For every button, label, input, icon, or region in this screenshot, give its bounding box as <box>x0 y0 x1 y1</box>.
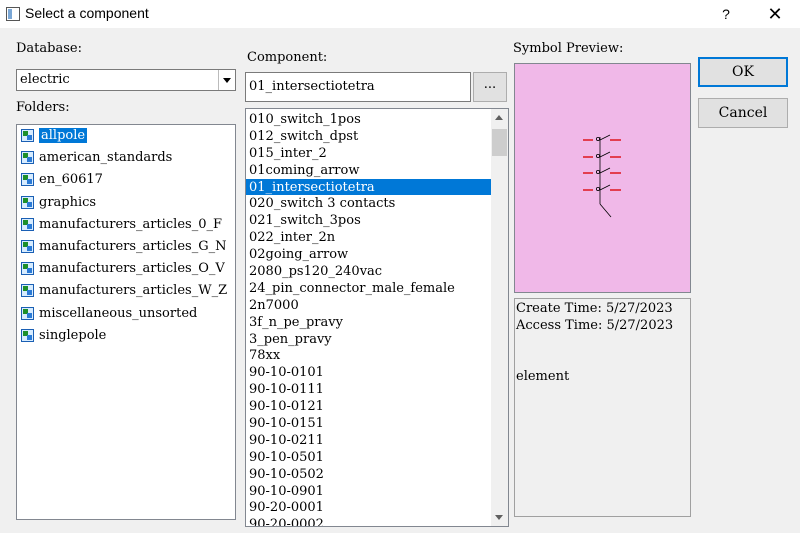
folder-icon <box>21 262 34 276</box>
component-item[interactable]: 90-10-0901 <box>246 483 492 500</box>
component-type: element <box>516 369 570 384</box>
folder-icon <box>21 217 34 231</box>
window-title: Select a component <box>25 5 149 21</box>
folders-label: Folders: <box>16 100 70 115</box>
component-item[interactable]: 015_inter_2 <box>246 145 492 162</box>
folder-icon <box>21 306 34 320</box>
folder-label: graphics <box>39 194 97 210</box>
folder-label: miscellaneous_unsorted <box>39 305 198 321</box>
folder-icon <box>21 328 34 342</box>
folder-item[interactable]: manufacturers_articles_W_Z <box>17 280 235 302</box>
folder-label: en_60617 <box>39 172 103 188</box>
folder-label: manufacturers_articles_O_V <box>39 261 225 277</box>
component-item[interactable]: 24_pin_connector_male_female <box>246 280 492 297</box>
folder-icon <box>21 151 34 165</box>
ok-button[interactable]: OK <box>698 57 788 87</box>
window-icon <box>6 7 20 21</box>
folder-item[interactable]: manufacturers_articles_G_N <box>17 236 235 258</box>
folder-icon <box>21 173 34 187</box>
component-item[interactable]: 3_pen_pravy <box>246 331 492 348</box>
component-input-value: 01_intersectiotetra <box>249 79 375 94</box>
component-item[interactable]: 90-10-0101 <box>246 364 492 381</box>
folder-item[interactable]: american_standards <box>17 147 235 169</box>
folder-item[interactable]: miscellaneous_unsorted <box>17 303 235 325</box>
component-input[interactable]: 01_intersectiotetra <box>245 72 471 102</box>
folder-item[interactable]: manufacturers_articles_0_F <box>17 214 235 236</box>
component-info: Create Time: 5/27/2023 Access Time: 5/27… <box>514 298 691 517</box>
folder-icon <box>21 129 34 142</box>
component-item[interactable]: 2080_ps120_240vac <box>246 263 492 280</box>
component-item[interactable]: 3f_n_pe_pravy <box>246 314 492 331</box>
component-item[interactable]: 90-10-0151 <box>246 415 492 432</box>
component-item[interactable]: 020_switch 3 contacts <box>246 195 492 212</box>
folder-label: manufacturers_articles_G_N <box>39 238 227 254</box>
component-item[interactable]: 01_intersectiotetra <box>246 178 492 196</box>
component-item[interactable]: 78xx <box>246 347 492 364</box>
component-item[interactable]: 90-10-0211 <box>246 432 492 449</box>
database-value: electric <box>20 72 70 87</box>
list-scrollbar[interactable] <box>491 109 508 526</box>
component-item[interactable]: 012_switch_dpst <box>246 128 492 145</box>
browse-button[interactable]: ... <box>473 72 507 102</box>
folder-label: singlepole <box>39 327 107 343</box>
folder-item[interactable]: singlepole <box>17 325 235 347</box>
cancel-button[interactable]: Cancel <box>698 98 788 128</box>
folder-icon <box>21 195 34 209</box>
component-item[interactable]: 02going_arrow <box>246 246 492 263</box>
folder-label: allpole <box>39 128 88 143</box>
scroll-up-icon[interactable] <box>491 109 508 126</box>
database-label: Database: <box>16 41 82 56</box>
component-item[interactable]: 2n7000 <box>246 297 492 314</box>
symbol-preview <box>514 63 691 293</box>
folder-item[interactable]: manufacturers_articles_O_V <box>17 258 235 280</box>
component-list[interactable]: 010_switch_1pos 012_switch_dpst 015_inter_… <box>245 108 509 527</box>
database-select[interactable]: electric <box>16 69 236 91</box>
folder-label: american_standards <box>39 150 173 166</box>
access-time: Access Time: 5/27/2023 <box>516 318 674 333</box>
chevron-down-icon[interactable] <box>218 70 235 90</box>
preview-label: Symbol Preview: <box>513 41 624 56</box>
close-icon[interactable]: ✕ <box>752 0 798 28</box>
folders-list[interactable]: allpole american_standards en_60617graphic… <box>16 124 236 520</box>
component-item[interactable]: 90-10-0501 <box>246 449 492 466</box>
component-item[interactable]: 90-10-0121 <box>246 398 492 415</box>
component-item[interactable]: 01coming_arrow <box>246 162 492 179</box>
component-item[interactable]: 021_switch_3pos <box>246 212 492 229</box>
create-time: Create Time: 5/27/2023 <box>516 301 673 316</box>
folder-item[interactable]: en_60617 <box>17 169 235 191</box>
component-item[interactable]: 010_switch_1pos <box>246 111 492 128</box>
switch-symbol-icon <box>583 134 621 218</box>
component-item[interactable]: 90-20-0002 <box>246 516 492 526</box>
scroll-thumb[interactable] <box>492 129 507 156</box>
help-icon[interactable]: ? <box>712 2 740 26</box>
component-item[interactable]: 90-20-0001 <box>246 499 492 516</box>
component-item[interactable]: 022_inter_2n <box>246 229 492 246</box>
folder-label: manufacturers_articles_0_F <box>39 216 222 232</box>
folder-item[interactable]: graphics <box>17 192 235 214</box>
scroll-down-icon[interactable] <box>491 509 508 526</box>
component-label: Component: <box>247 50 328 65</box>
component-item[interactable]: 90-10-0111 <box>246 381 492 398</box>
folder-item[interactable]: allpole <box>17 125 235 147</box>
folder-icon <box>21 239 34 253</box>
title-bar: Select a component ? ✕ <box>0 0 800 28</box>
component-item[interactable]: 90-10-0502 <box>246 466 492 483</box>
folder-label: manufacturers_articles_W_Z <box>39 283 228 299</box>
folder-icon <box>21 284 34 298</box>
